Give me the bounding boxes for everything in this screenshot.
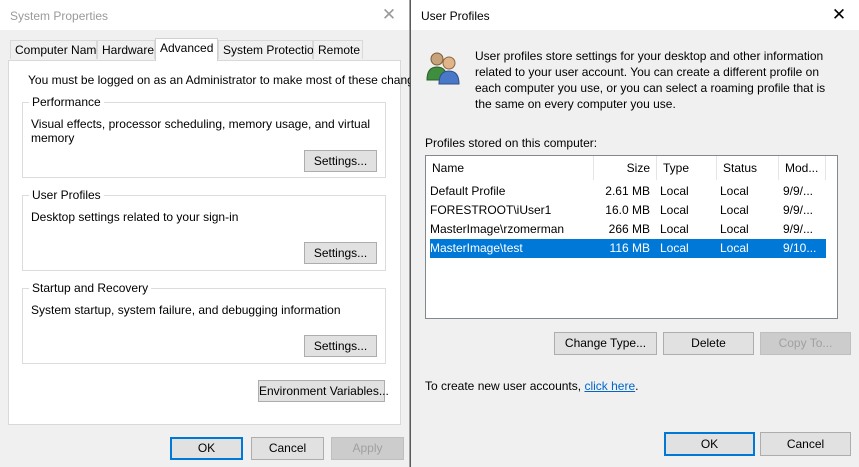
performance-description: Visual effects, processor scheduling, me… [31, 117, 371, 145]
column-header-modified[interactable]: Mod... [779, 156, 826, 180]
tab-advanced[interactable]: Advanced [155, 38, 218, 61]
create-accounts-text: To create new user accounts, click here. [425, 379, 638, 393]
user-profiles-description: User profiles store settings for your de… [475, 49, 826, 111]
cell-size: 2.61 MB [605, 184, 650, 198]
delete-button[interactable]: Delete [663, 332, 754, 355]
user-profiles-window: User Profiles ✕ User profiles store sett… [410, 0, 859, 467]
startup-recovery-settings-button[interactable]: Settings... [304, 335, 377, 357]
tab-computer-name[interactable]: Computer Name [10, 40, 103, 59]
cell-name: MasterImage\test [430, 241, 523, 255]
tab-system-protection[interactable]: System Protection [218, 40, 320, 59]
profiles-label: Profiles stored on this computer: [425, 136, 598, 150]
create-accounts-end: . [635, 379, 639, 393]
cell-type: Local [660, 203, 689, 217]
admin-note: You must be logged on as an Administrato… [28, 73, 430, 87]
table-row[interactable]: FORESTROOT\iUser1 16.0 MB Local Local 9/9/..… [430, 201, 826, 220]
copy-to-button[interactable]: Copy To... [760, 332, 851, 355]
cell-type: Local [660, 184, 689, 198]
title-bar: User Profiles ✕ [411, 0, 859, 30]
table-row[interactable]: Default Profile 2.61 MB Local Local 9/9/... [430, 182, 826, 201]
change-type-button[interactable]: Change Type... [554, 332, 657, 355]
startup-recovery-group: Startup and Recovery System startup, sys… [22, 281, 386, 364]
create-accounts-prefix: To create new user accounts, [425, 379, 582, 393]
table-row[interactable]: MasterImage\rzomerman 266 MB Local Local 9/9… [430, 220, 826, 239]
apply-button[interactable]: Apply [331, 437, 404, 460]
cell-status: Local [720, 222, 749, 236]
cell-type: Local [660, 241, 689, 255]
cell-status: Local [720, 241, 749, 255]
cell-modified: 9/9/... [783, 184, 814, 198]
close-icon[interactable]: ✕ [829, 5, 849, 25]
ok-button[interactable]: OK [170, 437, 243, 460]
cell-type: Local [660, 222, 689, 236]
startup-recovery-label: Startup and Recovery [29, 281, 152, 295]
profiles-list[interactable]: Name Size Type Status Mod... Default Pro… [425, 155, 838, 319]
cell-size: 266 MB [608, 222, 650, 236]
system-properties-window: System Properties ✕ Computer Name Hardwa… [0, 0, 430, 467]
column-header-name[interactable]: Name [426, 156, 594, 180]
tab-remote[interactable]: Remote [313, 40, 363, 59]
column-header-status[interactable]: Status [717, 156, 779, 180]
cell-status: Local [720, 203, 749, 217]
table-row[interactable]: MasterImage\test 116 MB Local Local 9/10... [430, 239, 826, 258]
window-title: System Properties [10, 9, 109, 23]
cell-name: FORESTROOT\iUser1 [430, 203, 552, 217]
performance-group: Performance Visual effects, processor sc… [22, 95, 386, 178]
advanced-tab-panel: You must be logged on as an Administrato… [8, 60, 430, 425]
user-profiles-label: User Profiles [29, 188, 104, 202]
user-profiles-icon [426, 52, 460, 85]
cell-modified: 9/9/... [783, 203, 814, 217]
cancel-button[interactable]: Cancel [760, 432, 851, 456]
close-icon[interactable]: ✕ [379, 5, 399, 25]
ok-button[interactable]: OK [664, 432, 755, 456]
cell-name: MasterImage\rzomerman [430, 222, 565, 236]
environment-variables-button[interactable]: Environment Variables... [258, 380, 389, 402]
cell-status: Local [720, 184, 749, 198]
user-profiles-settings-button[interactable]: Settings... [304, 242, 377, 264]
user-profiles-group: User Profiles Desktop settings related t… [22, 188, 386, 271]
cancel-button[interactable]: Cancel [251, 437, 324, 460]
cell-size: 116 MB [609, 241, 650, 255]
column-header-size[interactable]: Size [594, 156, 657, 180]
user-profiles-description: Desktop settings related to your sign-in [31, 210, 239, 224]
tab-hardware[interactable]: Hardware [97, 40, 155, 59]
column-header-type[interactable]: Type [657, 156, 717, 180]
performance-settings-button[interactable]: Settings... [304, 150, 377, 172]
window-title: User Profiles [421, 9, 490, 23]
cell-name: Default Profile [430, 184, 506, 198]
click-here-link[interactable]: click here [584, 379, 635, 393]
profiles-list-header: Name Size Type Status Mod... [426, 156, 826, 180]
cell-modified: 9/9/... [783, 222, 814, 236]
startup-recovery-description: System startup, system failure, and debu… [31, 303, 341, 317]
performance-label: Performance [29, 95, 104, 109]
cell-modified: 9/10... [783, 241, 817, 255]
cell-size: 16.0 MB [605, 203, 650, 217]
title-bar: System Properties ✕ [0, 0, 409, 30]
